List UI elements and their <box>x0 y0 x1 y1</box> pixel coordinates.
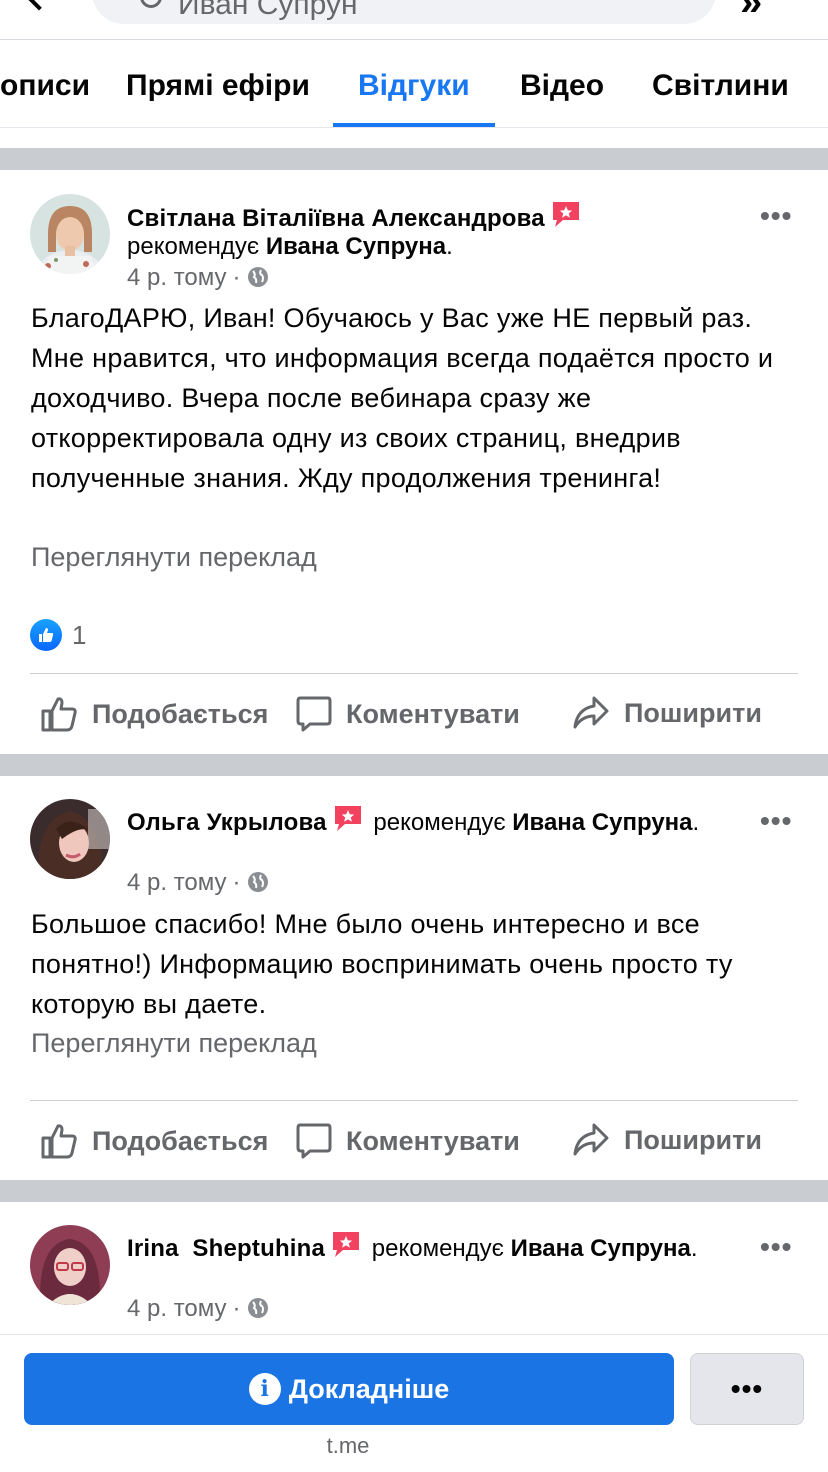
reaction-count: 1 <box>72 619 87 650</box>
post-meta: 4 р. тому · <box>127 1295 269 1323</box>
globe-icon <box>247 267 268 287</box>
comment-button[interactable]: Коментувати <box>296 695 520 733</box>
post-time[interactable]: 4 р. тому <box>127 264 227 291</box>
see-translation-link[interactable]: Переглянути переклад <box>31 542 317 573</box>
post-time[interactable]: 4 р. тому <box>127 1295 227 1322</box>
recommend-icon <box>552 202 579 227</box>
share-label: Поширити <box>624 1124 762 1155</box>
thumbs-up-icon <box>41 697 77 732</box>
divider <box>30 673 798 674</box>
learn-more-button[interactable]: i Докладніше <box>24 1353 674 1425</box>
cta-label: Докладніше <box>288 1373 450 1404</box>
post-header: Ольга Укрылова рекомендує Ивана Супруна. <box>127 804 747 837</box>
author-name[interactable]: Irina Sheptuhina <box>127 1235 325 1262</box>
tab-photos[interactable]: Світлини <box>652 69 789 103</box>
globe-icon <box>247 1298 268 1318</box>
recipient-name[interactable]: Ивана Супруна <box>266 233 446 260</box>
recommends-label: рекомендує <box>373 809 506 836</box>
share-button[interactable]: Поширити <box>572 1122 762 1158</box>
post-meta: 4 р. тому · <box>127 869 269 897</box>
author-name[interactable]: Ольга Укрылова <box>127 809 327 836</box>
avatar[interactable] <box>30 194 110 274</box>
comment-icon <box>296 1123 332 1159</box>
search-query: Иван Супрун <box>178 0 358 21</box>
review-text: Большое спасибо! Мне было очень интересн… <box>31 909 733 1019</box>
cta-more-button[interactable]: ••• <box>690 1353 804 1425</box>
comment-button[interactable]: Коментувати <box>296 1122 520 1160</box>
page-tabs: описи Прямі ефіри Відгуки Відео Світлини <box>0 41 828 128</box>
post-actions: Подобається Коментувати Поширити <box>0 695 828 735</box>
recommends-label: рекомендує <box>371 1235 504 1262</box>
recommend-icon <box>333 1232 360 1257</box>
divider <box>30 1100 798 1101</box>
reactions-summary[interactable]: 1 <box>30 618 86 652</box>
comment-icon <box>296 696 332 732</box>
info-icon: i <box>248 1373 281 1405</box>
feed-separator <box>0 1180 828 1202</box>
review-post: Світлана Віталіївна Александрова рекомен… <box>0 170 828 754</box>
recommend-icon <box>334 806 361 831</box>
avatar[interactable] <box>30 1225 110 1305</box>
like-button[interactable]: Подобається <box>40 1122 268 1160</box>
tab-reviews[interactable]: Відгуки <box>358 69 470 103</box>
feed-separator <box>0 754 828 776</box>
avatar[interactable] <box>30 799 110 879</box>
recipient-name[interactable]: Ивана Супруна <box>511 1235 691 1262</box>
share-arrow-icon <box>573 1123 609 1156</box>
post-header: Irina Sheptuhina рекомендує Ивана Супрун… <box>127 1230 747 1263</box>
like-label: Подобається <box>92 1125 269 1156</box>
recipient-name[interactable]: Ивана Супруна <box>512 809 692 836</box>
recommends-label: рекомендує <box>127 233 260 260</box>
globe-icon <box>247 872 268 892</box>
share-button[interactable]: Поширити <box>572 695 762 731</box>
link-domain: t.me <box>326 1433 370 1458</box>
post-actions: Подобається Коментувати Поширити <box>0 1122 828 1162</box>
tab-posts[interactable]: описи <box>0 69 90 103</box>
comment-label: Коментувати <box>346 1125 520 1156</box>
like-label: Подобається <box>92 698 269 729</box>
review-post: Irina Sheptuhina рекомендує Ивана Супрун… <box>0 1202 828 1334</box>
comment-label: Коментувати <box>346 698 520 729</box>
review-post: Ольга Укрылова рекомендує Ивана Супруна.… <box>0 776 828 1180</box>
active-tab-indicator <box>333 123 495 127</box>
post-time[interactable]: 4 р. тому <box>127 869 227 896</box>
review-text: БлагоДАРЮ, Иван! Обучаюсь у Вас уже НЕ п… <box>31 303 774 493</box>
post-header: Світлана Віталіївна Александрова рекомен… <box>127 200 747 261</box>
more-icon[interactable]: ••• <box>760 202 792 230</box>
cta-bar: i Докладніше ••• t.me <box>0 1334 828 1472</box>
post-meta: 4 р. тому · <box>127 264 269 292</box>
back-arrow-icon[interactable] <box>23 0 55 11</box>
more-icon[interactable]: ••• <box>760 1233 792 1261</box>
share-icon[interactable]: » <box>740 0 762 22</box>
author-name[interactable]: Світлана Віталіївна Александрова <box>127 205 545 232</box>
tab-live[interactable]: Прямі ефіри <box>126 69 310 103</box>
more-icon[interactable]: ••• <box>760 807 792 835</box>
like-button[interactable]: Подобається <box>40 695 268 733</box>
share-label: Поширити <box>624 697 762 728</box>
search-header: Иван Супрун » <box>0 0 828 40</box>
like-reaction-icon <box>30 619 62 651</box>
share-arrow-icon <box>573 696 609 729</box>
feed-separator <box>0 148 828 170</box>
see-translation-link[interactable]: Переглянути переклад <box>31 1028 317 1059</box>
thumbs-up-icon <box>41 1124 77 1159</box>
tab-videos[interactable]: Відео <box>520 69 604 103</box>
